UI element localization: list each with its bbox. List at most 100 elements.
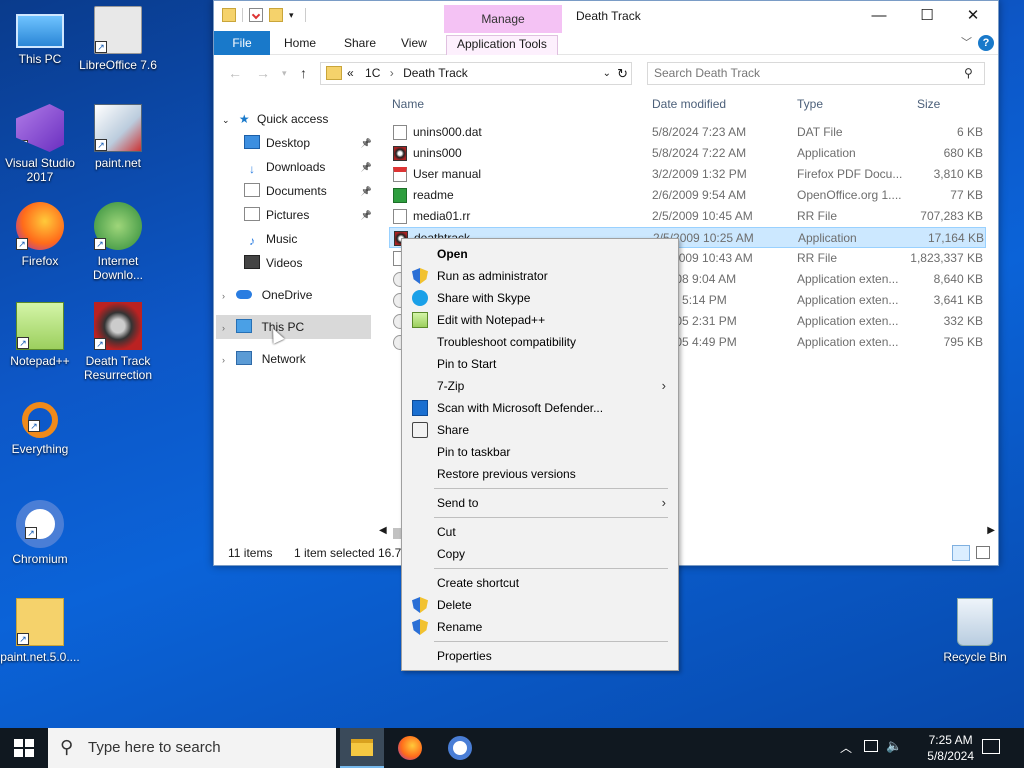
menu-item-properties[interactable]: Properties [404,645,676,667]
properties-icon[interactable] [249,8,263,22]
volume-muted-icon[interactable]: 🔈 [886,738,902,754]
close-button[interactable]: ✕ [950,5,996,27]
table-row[interactable]: readme 2/6/2009 9:54 AM OpenOffice.org 1..… [389,185,986,206]
menu-item-edit-with-notepad[interactable]: Edit with Notepad++ [404,309,676,331]
chevron-right-icon[interactable]: › [222,323,225,333]
table-row[interactable]: User manual 3/2/2009 1:32 PM Firefox PDF D… [389,164,986,185]
column-type[interactable]: Type [797,97,823,111]
desktop-icon[interactable]: ↗ Firefox [0,202,80,268]
pin-icon[interactable]: 📌 [361,131,372,155]
system-clock[interactable]: 7:25 AM 5/8/2024 [927,732,974,764]
manage-tab[interactable]: Manage [444,5,562,33]
firefox-icon[interactable] [398,736,422,760]
chevron-right-icon[interactable]: › [222,291,225,301]
breadcrumb-1c[interactable]: 1C [365,66,380,80]
desktop-icon[interactable]: ↗ Visual Studio 2017 [0,104,80,184]
new-folder-icon[interactable] [269,8,283,22]
nav-quick-access[interactable]: ⌄ ★ Quick access [222,107,328,131]
large-icons-view-icon[interactable] [976,546,990,559]
sidebar-item-music[interactable]: ♪ Music [244,227,372,251]
table-row[interactable]: media01.rr 2/5/2009 10:45 AM RR File 707,28… [389,206,986,227]
menu-item-troubleshoot-compatibility[interactable]: Troubleshoot compatibility [404,331,676,353]
windows-start-icon[interactable] [14,739,34,757]
taskbar-search-input[interactable]: Type here to search [48,728,336,768]
recycle-bin-icon [957,598,993,646]
desktop-icon[interactable]: ↗ paint.net [78,104,158,170]
nav-this-pc[interactable]: › This PC [216,315,371,339]
tab-view[interactable]: View [391,35,437,55]
chromium-icon[interactable] [448,736,472,760]
search-icon[interactable]: ⚲ [964,66,973,80]
menu-item-scan-with-microsoft-defender[interactable]: Scan with Microsoft Defender... [404,397,676,419]
column-size[interactable]: Size [917,97,940,111]
chevron-down-icon[interactable]: ⌄ [222,115,230,125]
desktop-icon[interactable]: ↗ Death Track Resurrection [78,302,158,382]
chevron-down-icon[interactable]: ▾ [289,8,299,22]
pin-icon[interactable]: 📌 [361,155,372,179]
folder-icon[interactable] [222,8,236,22]
table-row[interactable]: unins000 5/8/2024 7:22 AM Application 680 K… [389,143,986,164]
chevron-up-icon[interactable]: ︿ [840,739,852,756]
tab-file[interactable]: File [214,31,270,55]
desktop-icon[interactable]: ↗ Everything [0,400,80,456]
menu-item-cut[interactable]: Cut [404,521,676,543]
pin-icon[interactable]: 📌 [361,203,372,227]
menu-item-share[interactable]: Share [404,419,676,441]
column-name[interactable]: Name [392,97,424,111]
breadcrumb-overflow[interactable]: « [347,66,354,80]
network-icon[interactable] [864,740,878,752]
back-arrow-icon[interactable]: ← [228,65,242,81]
desktop-icon[interactable]: This PC [0,6,80,66]
breadcrumb-separator[interactable]: › [390,66,394,80]
menu-item-pin-to-start[interactable]: Pin to Start [404,353,676,375]
menu-item-open[interactable]: Open [404,243,676,265]
address-bar[interactable]: « 1C › Death Track ⌄ ↻ [320,62,632,85]
desktop-icon[interactable]: ↗ LibreOffice 7.6 [78,6,158,72]
chevron-right-icon[interactable]: › [222,355,225,365]
menu-item-share-with-skype[interactable]: Share with Skype [404,287,676,309]
recent-chevron-icon[interactable]: ▾ [282,68,287,79]
forward-arrow-icon[interactable]: → [256,65,270,81]
menu-item-pin-to-taskbar[interactable]: Pin to taskbar [404,441,676,463]
details-view-icon[interactable] [952,545,970,561]
menu-item-run-as-administrator[interactable]: Run as administrator [404,265,676,287]
desktop-icon[interactable]: ↗ Notepad++ [0,302,80,368]
pin-icon[interactable]: 📌 [361,179,372,203]
menu-item-send-to[interactable]: Send to › [404,492,676,514]
menu-item-copy[interactable]: Copy [404,543,676,565]
nav-onedrive[interactable]: › OneDrive [222,283,312,307]
taskbar-file-explorer[interactable] [340,728,384,768]
tab-application-tools[interactable]: Application Tools [446,35,558,55]
table-row[interactable]: unins000.dat 5/8/2024 7:23 AM DAT File 6 KB [389,122,986,143]
refresh-icon[interactable]: ↻ [617,63,628,84]
desktop-icon[interactable]: Recycle Bin [935,598,1015,664]
desktop-icon[interactable]: ↗ Chromium [0,500,80,566]
chevron-down-icon[interactable]: ﹀ [961,34,972,50]
sidebar-item-videos[interactable]: Videos [244,251,372,275]
notifications-icon[interactable] [982,739,1000,754]
scroll-left-icon[interactable]: ◀ [379,525,387,536]
sidebar-item-desktop[interactable]: Desktop 📌 [244,131,372,155]
scroll-right-icon[interactable]: ▶ [987,525,995,536]
tab-share[interactable]: Share [334,35,386,55]
breadcrumb-death-track[interactable]: Death Track [403,66,468,80]
sidebar-item-downloads[interactable]: ↓ Downloads 📌 [244,155,372,179]
menu-item-create-shortcut[interactable]: Create shortcut [404,572,676,594]
minimize-button[interactable]: — [856,5,902,27]
up-arrow-icon[interactable]: ↑ [300,65,307,81]
menu-item-delete[interactable]: Delete [404,594,676,616]
chevron-down-icon[interactable]: ⌄ [603,63,611,84]
sidebar-item-pictures[interactable]: Pictures 📌 [244,203,372,227]
menu-item-rename[interactable]: Rename [404,616,676,638]
maximize-button[interactable]: ☐ [904,5,950,27]
desktop-icon[interactable]: ↗ paint.net.5.0.... [0,598,80,664]
tab-home[interactable]: Home [274,35,326,55]
column-date-modified[interactable]: Date modified [652,97,726,111]
menu-item-restore-previous-versions[interactable]: Restore previous versions [404,463,676,485]
desktop-icon[interactable]: ↗ Internet Downlo... [78,202,158,282]
nav-network[interactable]: › Network [222,347,306,371]
help-icon[interactable]: ? [978,35,994,51]
search-input[interactable]: Search Death Track [647,62,985,85]
menu-item-7-zip[interactable]: 7-Zip › [404,375,676,397]
sidebar-item-documents[interactable]: Documents 📌 [244,179,372,203]
